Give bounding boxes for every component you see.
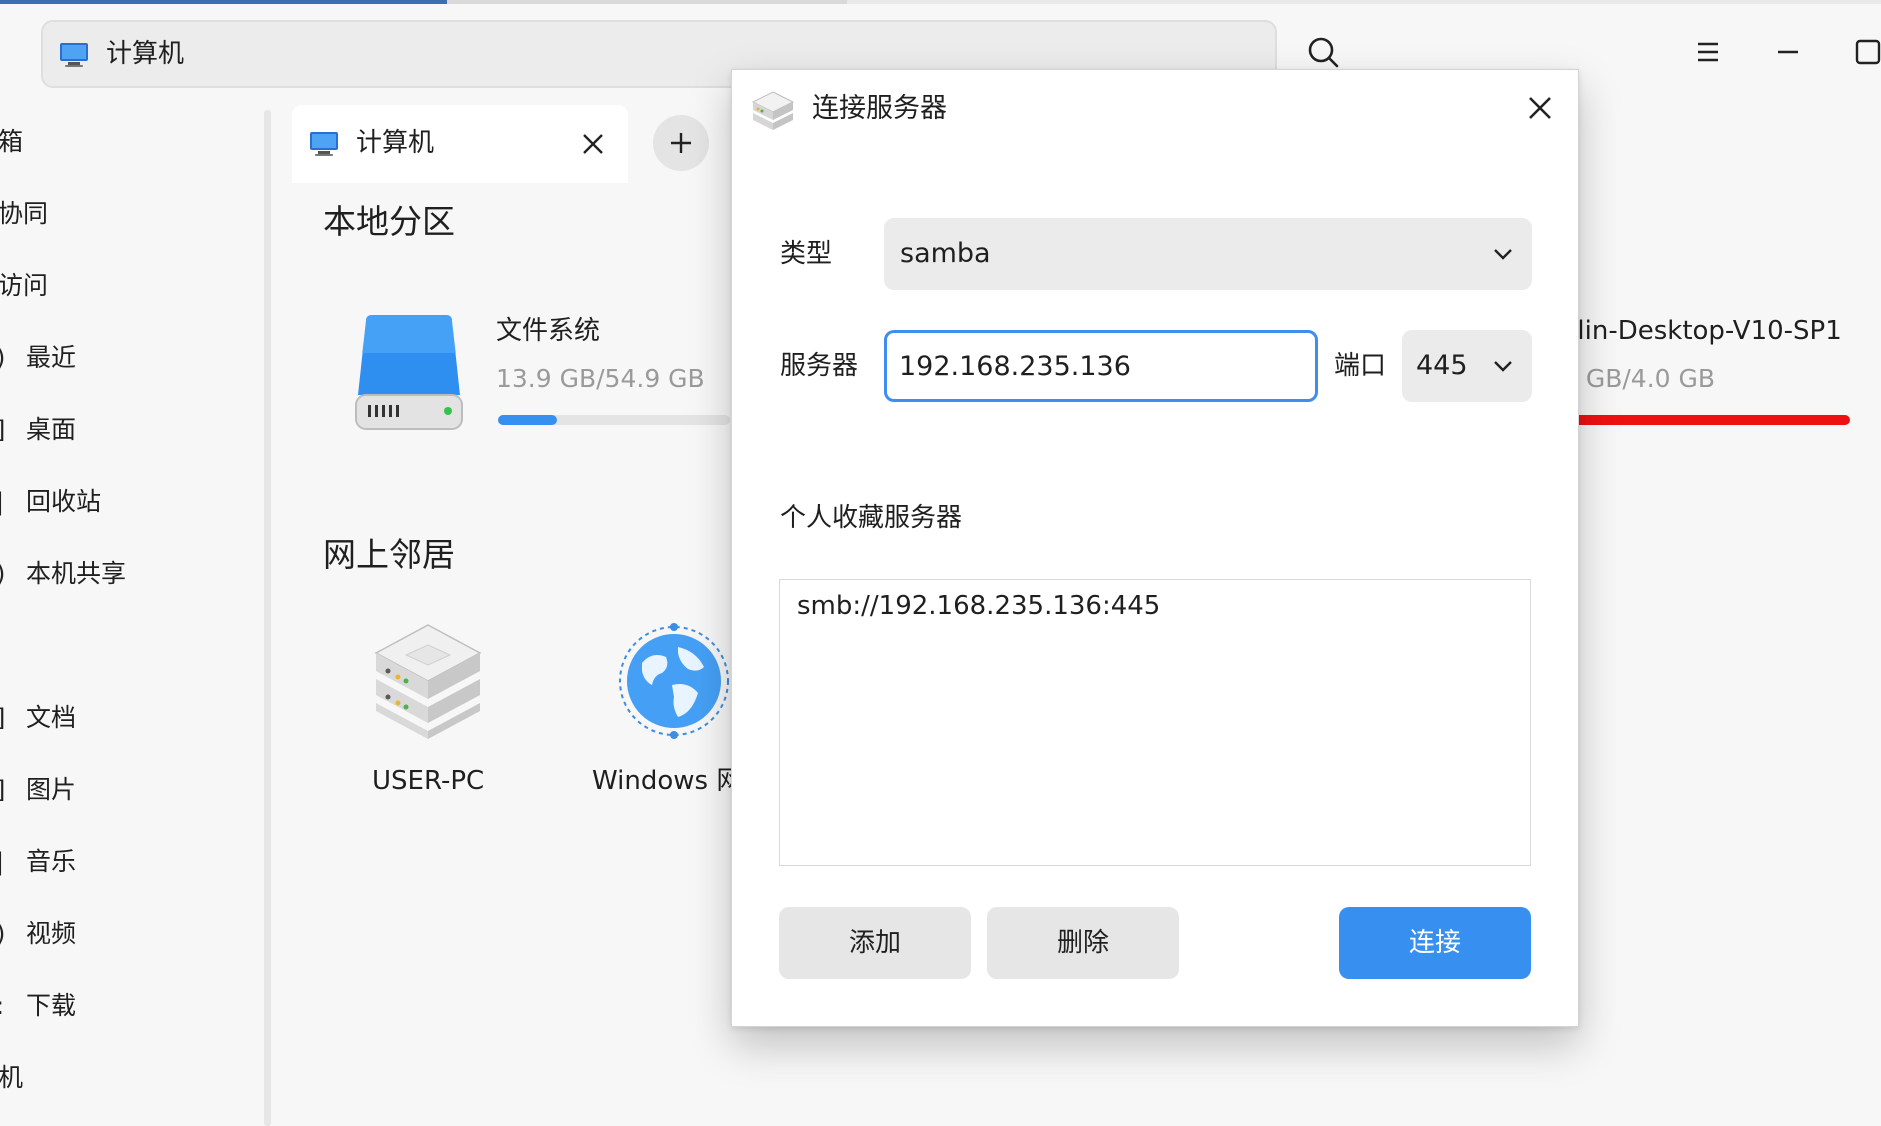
sidebar-item-desktop[interactable]: ] 桌面 bbox=[0, 410, 250, 450]
sidebar-item-documents[interactable]: ] 文档 bbox=[0, 698, 250, 738]
maximize-icon bbox=[1855, 39, 1881, 65]
location-text: 计算机 bbox=[106, 39, 185, 69]
server-label: 服务器 bbox=[780, 351, 859, 381]
computer-icon bbox=[309, 131, 339, 161]
port-value: 445 bbox=[1416, 350, 1468, 381]
picture-icon: ] bbox=[0, 770, 10, 810]
sidebar-divider[interactable] bbox=[264, 110, 271, 1126]
add-button[interactable]: 添加 bbox=[779, 907, 971, 979]
network-section-title: 网上邻居 bbox=[323, 535, 455, 574]
maximize-button[interactable] bbox=[1848, 32, 1881, 72]
document-icon: ] bbox=[0, 698, 10, 738]
search-icon bbox=[1308, 37, 1339, 68]
port-select[interactable]: 445 bbox=[1402, 330, 1532, 402]
tab-computer[interactable]: 计算机 bbox=[292, 105, 628, 183]
server-input[interactable] bbox=[884, 330, 1318, 402]
server-icon bbox=[751, 91, 795, 130]
type-label: 类型 bbox=[780, 239, 833, 269]
type-select[interactable]: samba bbox=[884, 218, 1532, 290]
network-item-user-pc[interactable]: USER-PC bbox=[372, 623, 542, 803]
chevron-down-icon bbox=[1494, 361, 1512, 372]
server-icon bbox=[374, 624, 482, 739]
network-item-windows[interactable]: Windows 网 bbox=[592, 623, 742, 803]
sidebar-item-partial-2[interactable]: 协同 bbox=[0, 194, 250, 234]
drive-usage-bar bbox=[1562, 415, 1850, 425]
port-label: 端口 bbox=[1334, 351, 1387, 381]
server-input-field[interactable] bbox=[887, 333, 1315, 399]
drive-item-filesystem[interactable]: 文件系统 13.9 GB/54.9 GB bbox=[352, 313, 752, 473]
drive-name: ylin-Desktop-V10-SP1 bbox=[1562, 316, 1842, 346]
favorites-list[interactable]: smb://192.168.235.136:445 bbox=[779, 579, 1531, 866]
trash-icon: | bbox=[0, 488, 5, 516]
music-icon: | bbox=[0, 848, 5, 876]
globe-icon bbox=[619, 623, 729, 739]
type-value: samba bbox=[900, 238, 991, 269]
tab-close-icon[interactable] bbox=[576, 127, 610, 161]
chevron-down-icon bbox=[1494, 249, 1512, 260]
drive-item-kylin[interactable]: ylin-Desktop-V10-SP1 0 GB/4.0 GB bbox=[1562, 313, 1881, 473]
plus-icon bbox=[671, 133, 691, 153]
sidebar-item-downloads[interactable]: : 下载 bbox=[0, 986, 250, 1026]
sidebar-item-trash[interactable]: | 回收站 bbox=[0, 482, 250, 522]
menu-button[interactable] bbox=[1688, 32, 1728, 72]
favorites-label: 个人收藏服务器 bbox=[780, 503, 963, 533]
drive-usage-fill bbox=[498, 415, 557, 425]
add-tab-button[interactable] bbox=[653, 115, 709, 171]
computer-icon bbox=[59, 42, 89, 72]
minimize-button[interactable] bbox=[1768, 32, 1808, 72]
search-button[interactable] bbox=[1303, 32, 1343, 72]
sidebar-item-videos[interactable]: ) 视频 bbox=[0, 914, 250, 954]
tab-label: 计算机 bbox=[356, 128, 435, 158]
sidebar-item-music[interactable]: | 音乐 bbox=[0, 842, 250, 882]
hard-drive-icon bbox=[355, 315, 463, 430]
connect-server-dialog: 连接服务器 类型 samba 服务器 端口 445 个人收藏服务器 smb://… bbox=[731, 69, 1579, 1027]
dialog-title: 连接服务器 bbox=[812, 93, 947, 124]
sidebar-item-share[interactable]: ) 本机共享 bbox=[0, 554, 250, 594]
connect-button[interactable]: 连接 bbox=[1339, 907, 1531, 979]
share-icon: ) bbox=[0, 554, 10, 594]
close-icon[interactable] bbox=[1522, 90, 1558, 126]
sidebar-item-recent[interactable]: ) 最近 bbox=[0, 338, 250, 378]
download-icon: : bbox=[0, 986, 10, 1026]
video-icon: ) bbox=[0, 914, 10, 954]
minimize-icon bbox=[1778, 50, 1798, 54]
desktop-icon: ] bbox=[0, 410, 10, 450]
drive-size: 13.9 GB/54.9 GB bbox=[496, 364, 705, 393]
network-item-label: USER-PC bbox=[372, 766, 485, 796]
favorites-list-item[interactable]: smb://192.168.235.136:445 bbox=[797, 586, 1160, 626]
menu-icon bbox=[1698, 42, 1718, 62]
delete-button[interactable]: 删除 bbox=[987, 907, 1179, 979]
drive-usage-fill bbox=[1562, 415, 1850, 425]
sidebar-item-partial-1[interactable]: 箱 bbox=[0, 122, 250, 162]
drive-name: 文件系统 bbox=[496, 316, 601, 346]
sidebar-item-pictures[interactable]: ] 图片 bbox=[0, 770, 250, 810]
drive-usage-bar bbox=[498, 415, 730, 425]
sidebar-item-partial-3[interactable]: 访问 bbox=[0, 266, 250, 306]
network-item-label: Windows 网 bbox=[592, 766, 743, 796]
sidebar-item-partial-4[interactable]: 机 bbox=[0, 1058, 250, 1098]
local-section-title: 本地分区 bbox=[323, 202, 455, 241]
clock-icon: ) bbox=[0, 338, 10, 378]
drive-size: 0 GB/4.0 GB bbox=[1562, 364, 1716, 393]
sidebar: 箱 协同 访问 ) 最近 ] 桌面 | 回收站 ) 本机共享 ] 文档 ] 图片… bbox=[0, 108, 271, 1126]
